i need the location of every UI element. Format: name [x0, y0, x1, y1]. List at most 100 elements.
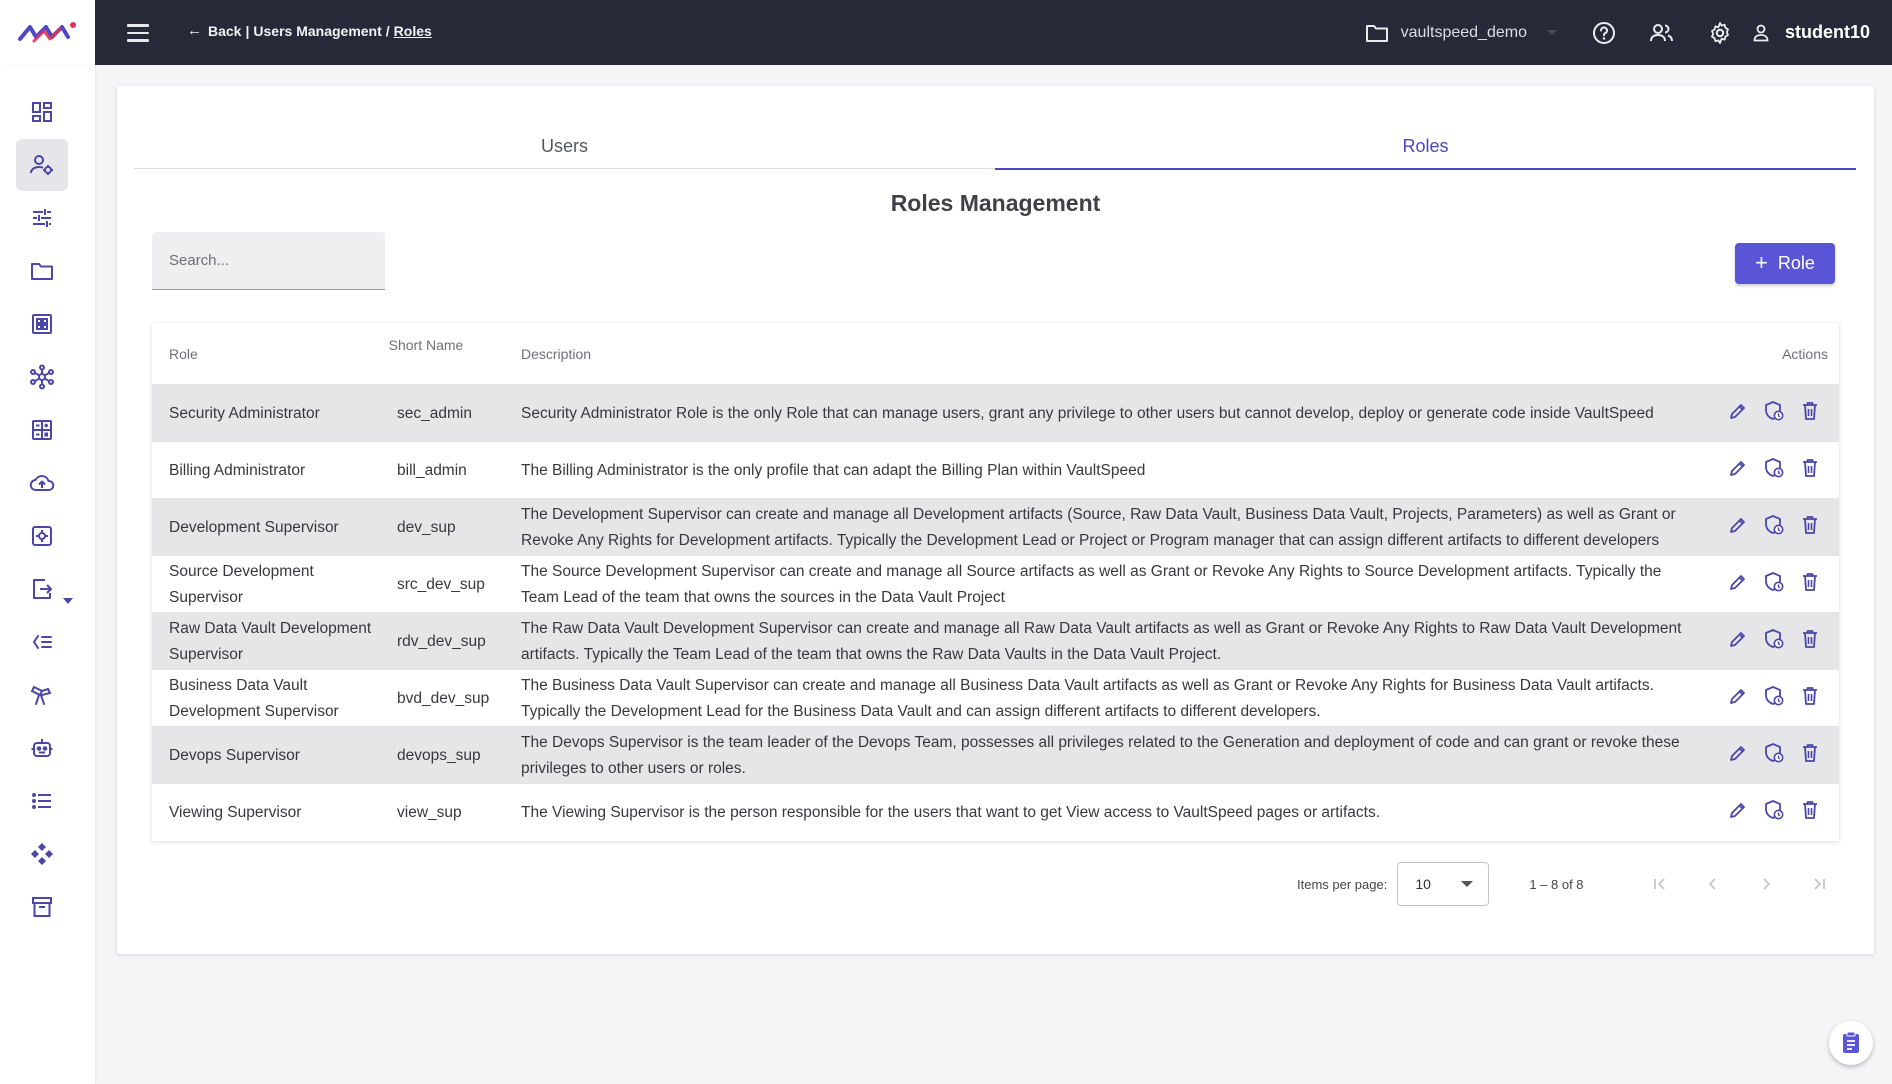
role-name: Source Development Supervisor [169, 562, 314, 606]
column-header-actions: Actions [1782, 346, 1828, 362]
notes-fab-button[interactable] [1829, 1021, 1873, 1065]
edit-role-button[interactable] [1727, 517, 1749, 539]
user-menu[interactable]: student10 [1753, 22, 1870, 43]
sidebar-item-deploy[interactable] [16, 563, 68, 615]
first-page-button[interactable] [1634, 862, 1687, 906]
items-per-page-select[interactable]: 10 [1397, 862, 1490, 906]
delete-role-button[interactable] [1799, 459, 1821, 482]
role-short-name: view_sup [397, 803, 462, 821]
sidebar-item-parameters[interactable] [16, 192, 68, 244]
sidebar-item-agent[interactable] [16, 722, 68, 774]
role-privileges-button[interactable] [1763, 743, 1785, 767]
row-actions [1727, 727, 1821, 784]
sidebar-item-business-vault[interactable] [16, 404, 68, 456]
previous-page-button[interactable] [1687, 862, 1740, 906]
table-row[interactable]: Source Development Supervisor src_dev_sup… [152, 556, 1839, 613]
exit-to-app-icon [33, 579, 52, 599]
role-name: Devops Supervisor [169, 746, 300, 764]
last-page-button[interactable] [1793, 862, 1846, 906]
role-privileges-button[interactable] [1763, 800, 1785, 824]
delete-role-button[interactable] [1799, 516, 1821, 539]
row-actions [1727, 442, 1821, 499]
role-privileges-button[interactable] [1763, 629, 1785, 653]
manage-accounts-icon [30, 155, 53, 175]
sidebar-item-sources[interactable] [16, 298, 68, 350]
sidebar-item-projects[interactable] [16, 245, 68, 297]
column-header-short-name[interactable]: Short Name [386, 332, 466, 358]
delete-role-button[interactable] [1799, 801, 1821, 824]
search-input[interactable] [152, 232, 385, 290]
add-role-button[interactable]: + Role [1735, 243, 1835, 284]
dropdown-arrow-icon [1461, 881, 1474, 887]
delete-role-button[interactable] [1799, 573, 1821, 596]
breadcrumb-current[interactable]: Roles [394, 23, 432, 39]
delete-role-button[interactable] [1799, 402, 1821, 425]
role-privileges-button[interactable] [1763, 515, 1785, 539]
back-arrow-icon[interactable]: ← [187, 22, 202, 39]
top-bar: ← Back | Users Management / Roles vaults… [0, 0, 1892, 65]
user-groups-button[interactable] [1633, 0, 1691, 65]
breadcrumb-section[interactable]: Users Management [253, 23, 381, 39]
pencil-icon [1728, 629, 1748, 654]
hub-icon [30, 364, 54, 390]
shield-clock-icon [1763, 457, 1785, 484]
edit-role-button[interactable] [1727, 460, 1749, 482]
delete-role-button[interactable] [1799, 686, 1821, 711]
sidebar-item-users-management[interactable] [16, 139, 68, 191]
cloud-upload-icon [29, 475, 55, 491]
role-privileges-button[interactable] [1763, 686, 1785, 710]
table-row[interactable]: Raw Data Vault Development Supervisor rdv… [152, 613, 1839, 670]
role-description: The Billing Administrator is the only pr… [521, 461, 1146, 479]
role-privileges-button[interactable] [1763, 572, 1785, 596]
table-row[interactable]: Business Data Vault Development Supervis… [152, 670, 1839, 727]
next-page-button[interactable] [1740, 862, 1793, 906]
role-name: Business Data Vault Development Supervis… [169, 676, 339, 720]
table-row[interactable]: Viewing Supervisor view_sup The Viewing Su… [152, 784, 1839, 841]
help-button[interactable] [1575, 0, 1633, 65]
roles-table: Role Short Name Description Actions Secu… [152, 323, 1839, 841]
plus-icon: + [1755, 249, 1768, 275]
delete-role-button[interactable] [1799, 630, 1821, 653]
page-title: Roles Management [890, 190, 1101, 216]
sidebar-item-dashboard[interactable] [16, 86, 68, 138]
table-row[interactable]: Billing Administrator bill_admin The Billi… [152, 442, 1839, 499]
table-row[interactable]: Development Supervisor dev_sup The Develop… [152, 499, 1839, 556]
role-privileges-button[interactable] [1763, 401, 1785, 425]
role-description: The Development Supervisor can create an… [521, 505, 1676, 549]
settings-button[interactable] [1691, 0, 1749, 65]
breadcrumb-back-link[interactable]: Back [208, 23, 241, 39]
role-description: The Business Data Vault Supervisor can c… [521, 676, 1654, 720]
tab-users[interactable]: Users [134, 124, 995, 169]
sidebar-item-modules[interactable] [16, 828, 68, 880]
menu-toggle-button[interactable] [124, 19, 152, 47]
sidebar-item-archive[interactable] [16, 881, 68, 933]
sidebar-item-flows[interactable] [16, 616, 68, 668]
edit-role-button[interactable] [1727, 802, 1749, 824]
edit-role-button[interactable] [1727, 688, 1749, 710]
role-privileges-button[interactable] [1763, 457, 1785, 484]
edit-role-button[interactable] [1727, 745, 1749, 767]
tab-roles[interactable]: Roles [995, 124, 1856, 170]
paginator: Items per page: 10 1 – 8 of 8 [1297, 862, 1846, 906]
edit-role-button[interactable] [1727, 403, 1749, 425]
edit-role-button[interactable] [1727, 631, 1749, 653]
project-selector[interactable]: vaultspeed_demo [1365, 23, 1557, 43]
table-row[interactable]: Security Administrator sec_admin Security … [152, 385, 1839, 442]
settings-box-icon [32, 526, 52, 546]
sidebar-item-cloud[interactable] [16, 457, 68, 509]
sidebar-item-automation[interactable] [16, 510, 68, 562]
row-actions [1727, 556, 1821, 613]
role-description: The Raw Data Vault Development Superviso… [521, 619, 1682, 663]
sidebar-item-data-vault[interactable] [16, 351, 68, 403]
trash-icon [1801, 686, 1819, 711]
grid-icon [32, 314, 52, 334]
delete-role-button[interactable] [1799, 744, 1821, 767]
row-actions [1727, 784, 1821, 841]
column-header-description[interactable]: Description [521, 346, 591, 362]
table-row[interactable]: Devops Supervisor devops_sup The Devops Su… [152, 727, 1839, 784]
sidebar-item-list[interactable] [16, 775, 68, 827]
vaultspeed-logo[interactable] [0, 0, 95, 65]
column-header-role[interactable]: Role [169, 346, 198, 362]
sidebar-item-quality[interactable] [16, 669, 68, 721]
edit-role-button[interactable] [1727, 574, 1749, 596]
